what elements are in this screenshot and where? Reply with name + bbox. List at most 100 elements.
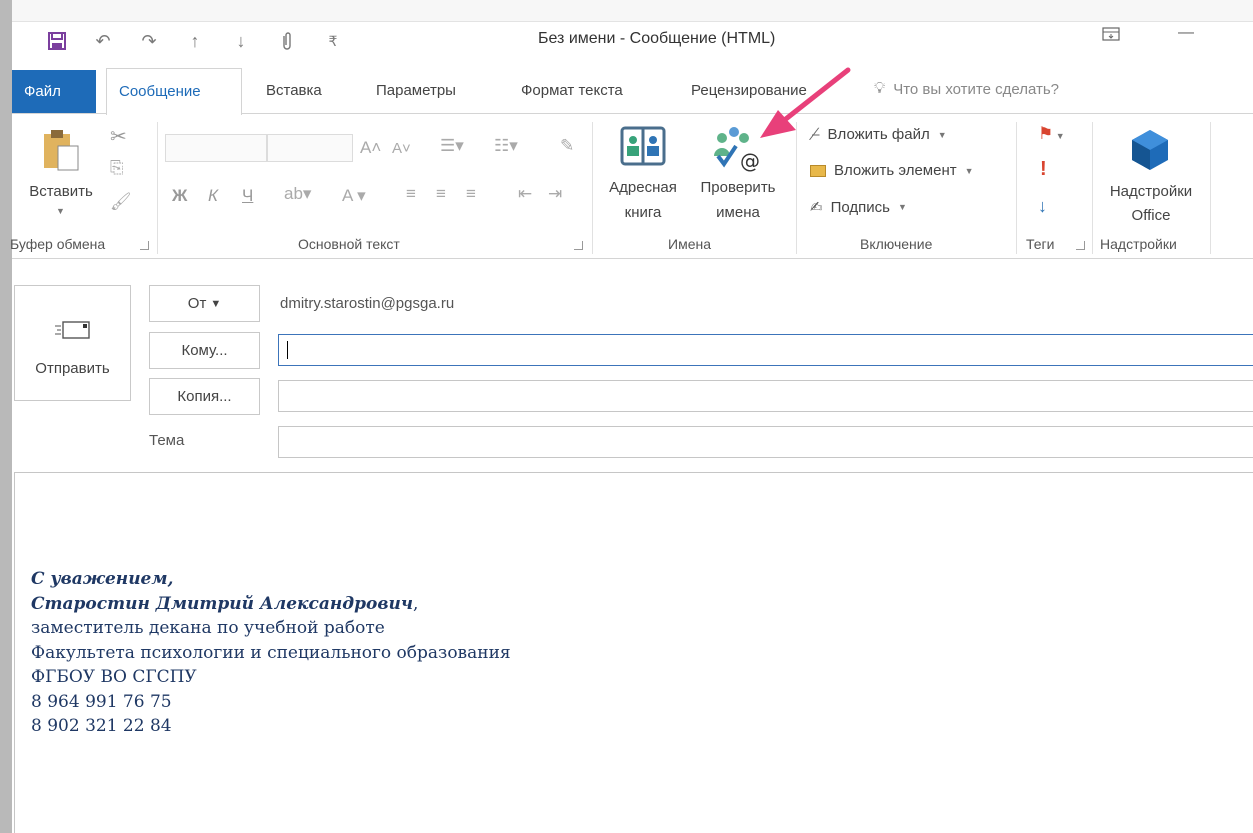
tab-insert[interactable]: Вставка <box>266 82 322 99</box>
font-name-dropdown[interactable] <box>165 134 267 162</box>
send-icon <box>55 320 91 343</box>
grow-font-icon[interactable]: A˄ <box>360 138 381 158</box>
chevron-down-icon: ▼ <box>964 165 974 176</box>
check-names-button[interactable]: @ Проверить имена <box>690 122 786 226</box>
signature-block: С уважением, Старостин Дмитрий Александр… <box>31 567 511 739</box>
cut-icon[interactable]: ✂ <box>110 124 127 149</box>
signature-greeting: С уважением, <box>31 569 174 589</box>
tab-review[interactable]: Рецензирование <box>691 82 807 99</box>
tags-group-label: Теги <box>1026 236 1055 252</box>
tags-launcher-icon[interactable] <box>1076 241 1085 250</box>
svg-text:@: @ <box>740 149 760 172</box>
previous-item-icon[interactable]: ↑ <box>172 28 218 54</box>
send-button[interactable]: Отправить <box>14 285 131 401</box>
signature-name: Старостин Дмитрий Александрович <box>31 593 414 614</box>
signature-name-line: Старостин Дмитрий Александрович, <box>31 592 511 617</box>
addins-group-label: Надстройки <box>1100 236 1177 252</box>
signature-label: Подпись <box>830 198 890 216</box>
check-names-label-1: Проверить <box>700 179 776 196</box>
cc-field[interactable] <box>278 380 1253 412</box>
font-size-dropdown[interactable] <box>267 134 353 162</box>
font-color-icon[interactable]: A ▾ <box>342 186 366 206</box>
tab-file[interactable]: Файл <box>12 70 96 114</box>
clear-formatting-icon[interactable]: ✎ <box>560 136 574 156</box>
signature-phone-1: 8 964 991 76 75 <box>31 691 172 712</box>
signature-button[interactable]: ✍︎ Подпись ▼ <box>810 198 907 217</box>
attach-item-label: Вложить элемент <box>834 162 957 179</box>
clipboard-group-label: Буфер обмена <box>10 236 106 252</box>
underline-button[interactable]: Ч <box>242 186 253 206</box>
from-button-label: От <box>187 295 207 312</box>
shrink-font-icon[interactable]: A˅ <box>392 140 411 157</box>
align-right-icon[interactable]: ≡ <box>466 184 476 204</box>
minimize-icon[interactable]: — <box>1178 24 1194 42</box>
align-left-icon[interactable]: ≡ <box>406 184 416 204</box>
customize-qat-icon[interactable]: ₹ <box>310 28 356 54</box>
follow-up-flag-icon[interactable]: ⚑ ▼ <box>1038 124 1065 144</box>
paste-button[interactable]: Вставить ▼ <box>18 122 104 226</box>
separator <box>592 122 593 254</box>
names-group-label: Имена <box>668 236 711 252</box>
chevron-down-icon: ▼ <box>210 297 222 310</box>
signature-name-suffix: , <box>413 593 419 614</box>
high-importance-icon[interactable]: ! <box>1040 158 1047 181</box>
tab-message[interactable]: Сообщение <box>106 68 242 115</box>
align-center-icon[interactable]: ≡ <box>436 184 446 204</box>
low-importance-icon[interactable]: ↓ <box>1038 196 1047 217</box>
tell-me-box[interactable]: 💡︎ Что вы хотите сделать? <box>874 80 1059 98</box>
subject-label: Тема <box>149 432 185 449</box>
include-group-label: Включение <box>860 236 933 252</box>
attach-item-icon <box>810 164 826 177</box>
office-addins-button[interactable]: Надстройки Office <box>1096 122 1206 226</box>
paste-icon <box>42 128 82 175</box>
from-button[interactable]: От ▼ <box>149 285 260 322</box>
signature-position: заместитель декана по учебной работе <box>31 618 385 638</box>
signature-phone-2: 8 902 321 22 84 <box>31 716 172 736</box>
increase-indent-icon[interactable]: ⇥ <box>548 184 562 204</box>
tell-me-placeholder: Что вы хотите сделать? <box>893 80 1060 98</box>
attach-item-button[interactable]: Вложить элемент ▼ <box>810 162 974 179</box>
decrease-indent-icon[interactable]: ⇤ <box>518 184 532 204</box>
separator <box>1016 122 1017 254</box>
tab-options[interactable]: Параметры <box>376 82 456 99</box>
to-button[interactable]: Кому... <box>149 332 260 369</box>
text-caret <box>287 341 288 359</box>
lightbulb-icon: 💡︎ <box>874 80 886 97</box>
tab-format-text[interactable]: Формат текста <box>521 82 623 99</box>
to-field[interactable] <box>278 334 1253 366</box>
format-painter-icon[interactable]: 🖌︎ <box>110 192 132 212</box>
paste-label: Вставить <box>29 183 93 200</box>
check-names-icon: @ <box>714 124 764 175</box>
italic-button[interactable]: К <box>208 186 218 206</box>
quick-access-toolbar: ↶ ↷ ↑ ↓ ₹ <box>34 28 356 54</box>
window-title: Без имени - Сообщение (HTML) <box>538 30 776 47</box>
office-addins-label-1: Надстройки <box>1109 183 1193 200</box>
save-icon[interactable] <box>34 28 80 54</box>
subject-field[interactable] <box>278 426 1253 458</box>
chevron-down-icon: ▼ <box>897 202 907 212</box>
next-item-icon[interactable]: ↓ <box>218 28 264 54</box>
numbering-icon[interactable]: ☷▾ <box>494 136 518 156</box>
address-book-icon <box>620 126 666 171</box>
outlook-message-window: ↶ ↷ ↑ ↓ ₹ Без имени - Сообщение (HTML) —… <box>10 0 1253 833</box>
redo-icon[interactable]: ↷ <box>126 28 172 54</box>
chevron-down-icon: ▼ <box>937 129 947 140</box>
attach-icon[interactable] <box>264 28 310 54</box>
address-book-button[interactable]: Адресная книга <box>600 122 686 226</box>
clipboard-launcher-icon[interactable] <box>140 241 149 250</box>
message-body-editor[interactable]: С уважением, Старостин Дмитрий Александр… <box>14 472 1253 833</box>
attach-file-button[interactable]: ⎯̸ Вложить файл ▼ <box>812 126 947 143</box>
ribbon-display-options-icon[interactable] <box>1102 26 1120 47</box>
signature-organization: ФГБОУ ВО СГСПУ <box>31 667 197 687</box>
cc-button[interactable]: Копия... <box>149 378 260 415</box>
bullets-icon[interactable]: ☰▾ <box>440 136 464 156</box>
copy-icon[interactable]: ⎘ <box>110 158 124 178</box>
separator <box>157 122 158 254</box>
basic-text-launcher-icon[interactable] <box>574 241 583 250</box>
address-book-label-1: Адресная <box>609 179 677 196</box>
address-book-label-2: книга <box>624 204 662 221</box>
highlight-icon[interactable]: ab▾ <box>284 184 311 204</box>
bold-button[interactable]: Ж <box>172 186 187 206</box>
signature-icon: ✍︎ <box>810 199 823 216</box>
undo-icon[interactable]: ↶ <box>80 28 126 54</box>
